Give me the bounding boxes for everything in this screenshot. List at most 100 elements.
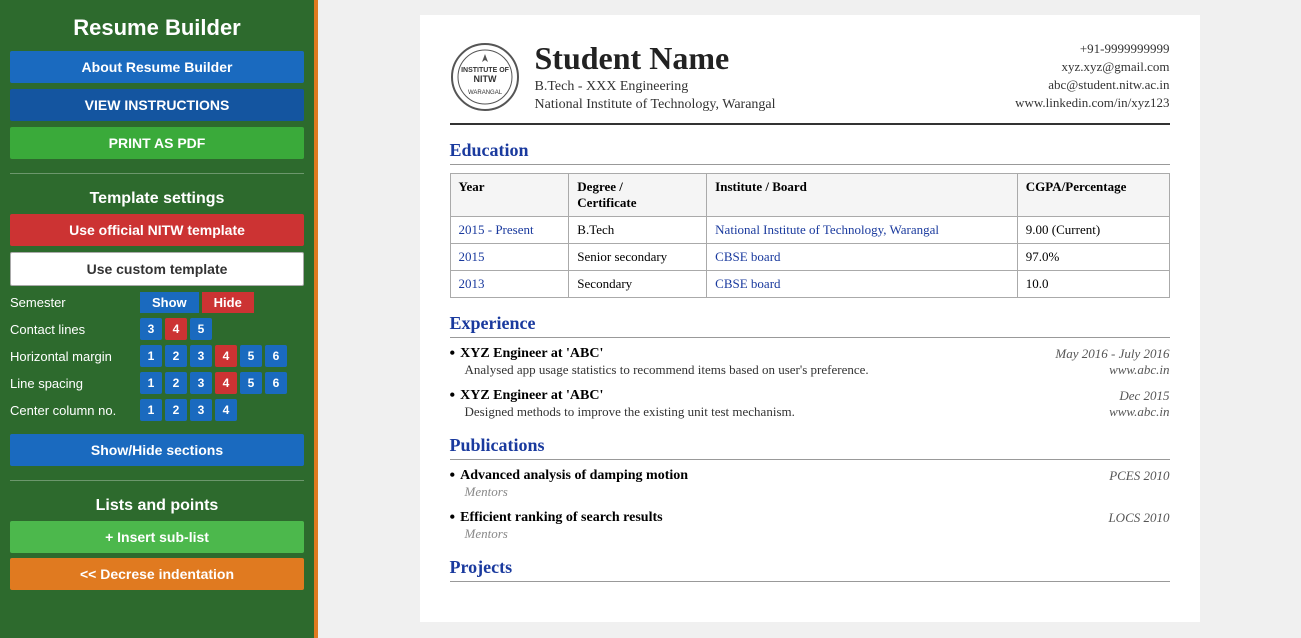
list-item: XYZ Engineer at 'ABC' May 2016 - July 20… [450, 346, 1170, 378]
hm-3[interactable]: 3 [190, 345, 212, 367]
svg-text:INSTITUTE OF: INSTITUTE OF [461, 67, 510, 74]
publications-list: Advanced analysis of damping motion PCES… [450, 468, 1170, 542]
pub-sub: Mentors [465, 526, 1170, 542]
exp-sub-row: Analysed app usage statistics to recomme… [450, 362, 1170, 378]
ls-3[interactable]: 3 [190, 372, 212, 394]
contact-email2: abc@student.nitw.ac.in [1015, 77, 1169, 93]
col-year: Year [450, 174, 569, 217]
center-col-label: Center column no. [10, 403, 140, 418]
main-content: INSTITUTE OF NITW WARANGAL Student Name … [318, 0, 1301, 638]
exp-header: XYZ Engineer at 'ABC' May 2016 - July 20… [450, 346, 1170, 362]
student-degree: B.Tech - XXX Engineering [535, 79, 776, 95]
projects-section: Projects [450, 557, 1170, 582]
pub-venue: LOCS 2010 [1108, 510, 1169, 526]
ls-5[interactable]: 5 [240, 372, 262, 394]
app-title: Resume Builder [10, 15, 304, 41]
instructions-button[interactable]: VIEW INSTRUCTIONS [10, 89, 304, 121]
about-button[interactable]: About Resume Builder [10, 51, 304, 83]
ls-1[interactable]: 1 [140, 372, 162, 394]
hm-2[interactable]: 2 [165, 345, 187, 367]
decrease-indent-button[interactable]: << Decrese indentation [10, 558, 304, 590]
contact-lines-label: Contact lines [10, 322, 140, 337]
list-item: Efficient ranking of search results LOCS… [450, 510, 1170, 542]
insert-sub-list-button[interactable]: + Insert sub-list [10, 521, 304, 553]
exp-date: May 2016 - July 2016 [1055, 346, 1169, 362]
line-spacing-label: Line spacing [10, 376, 140, 391]
center-col-row: Center column no. 1 2 3 4 [10, 399, 304, 421]
print-button[interactable]: PRINT AS PDF [10, 127, 304, 159]
pub-sub: Mentors [465, 484, 1170, 500]
publications-section: Publications Advanced analysis of dampin… [450, 435, 1170, 542]
pub-title: Advanced analysis of damping motion [450, 468, 689, 484]
ls-2[interactable]: 2 [165, 372, 187, 394]
lists-points-title: Lists and points [10, 497, 304, 515]
contact-5[interactable]: 5 [190, 318, 212, 340]
center-col-controls: 1 2 3 4 [140, 399, 237, 421]
cell-year: 2013 [450, 271, 569, 298]
pub-title: Efficient ranking of search results [450, 510, 663, 526]
horizontal-margin-row: Horizontal margin 1 2 3 4 5 6 [10, 345, 304, 367]
semester-row: Semester Show Hide [10, 292, 304, 313]
experience-section: Experience XYZ Engineer at 'ABC' May 201… [450, 313, 1170, 420]
show-hide-sections-button[interactable]: Show/Hide sections [10, 434, 304, 466]
custom-template-button[interactable]: Use custom template [10, 252, 304, 286]
list-item: XYZ Engineer at 'ABC' Dec 2015 Designed … [450, 388, 1170, 420]
col-cgpa: CGPA/Percentage [1017, 174, 1169, 217]
hm-4[interactable]: 4 [215, 345, 237, 367]
line-spacing-row: Line spacing 1 2 3 4 5 6 [10, 372, 304, 394]
cc-1[interactable]: 1 [140, 399, 162, 421]
col-institute: Institute / Board [707, 174, 1018, 217]
horizontal-margin-label: Horizontal margin [10, 349, 140, 364]
education-section: Education Year Degree /Certificate Insti… [450, 140, 1170, 298]
hm-5[interactable]: 5 [240, 345, 262, 367]
contact-4[interactable]: 4 [165, 318, 187, 340]
exp-sub-row: Designed methods to improve the existing… [450, 404, 1170, 420]
pub-header: Advanced analysis of damping motion PCES… [450, 468, 1170, 484]
contact-email1: xyz.xyz@gmail.com [1015, 59, 1169, 75]
horizontal-controls: 1 2 3 4 5 6 [140, 345, 287, 367]
student-name: Student Name [535, 40, 776, 77]
contact-3[interactable]: 3 [140, 318, 162, 340]
cc-3[interactable]: 3 [190, 399, 212, 421]
line-spacing-controls: 1 2 3 4 5 6 [140, 372, 287, 394]
experience-list: XYZ Engineer at 'ABC' May 2016 - July 20… [450, 346, 1170, 420]
experience-title: Experience [450, 313, 1170, 338]
cc-2[interactable]: 2 [165, 399, 187, 421]
ls-4[interactable]: 4 [215, 372, 237, 394]
contact-lines-row: Contact lines 3 4 5 [10, 318, 304, 340]
cc-4[interactable]: 4 [215, 399, 237, 421]
col-degree: Degree /Certificate [569, 174, 707, 217]
hide-button[interactable]: Hide [202, 292, 254, 313]
education-table: Year Degree /Certificate Institute / Boa… [450, 173, 1170, 298]
education-title: Education [450, 140, 1170, 165]
template-settings-title: Template settings [10, 190, 304, 208]
show-button[interactable]: Show [140, 292, 199, 313]
contact-controls: 3 4 5 [140, 318, 212, 340]
contact-phone: +91-9999999999 [1015, 41, 1169, 57]
institute-logo: INSTITUTE OF NITW WARANGAL [450, 42, 520, 112]
resume-name-block: Student Name B.Tech - XXX Engineering Na… [535, 40, 776, 113]
exp-link: www.abc.in [1109, 362, 1169, 378]
cell-cgpa: 10.0 [1017, 271, 1169, 298]
ls-6[interactable]: 6 [265, 372, 287, 394]
hm-1[interactable]: 1 [140, 345, 162, 367]
table-row: 2013 Secondary CBSE board 10.0 [450, 271, 1169, 298]
semester-label: Semester [10, 295, 140, 310]
table-row: 2015 - Present B.Tech National Institute… [450, 217, 1169, 244]
cell-institute: CBSE board [707, 271, 1018, 298]
hm-6[interactable]: 6 [265, 345, 287, 367]
contact-linkedin: www.linkedin.com/in/xyz123 [1015, 95, 1169, 111]
cell-cgpa: 97.0% [1017, 244, 1169, 271]
cell-cgpa: 9.00 (Current) [1017, 217, 1169, 244]
pub-header: Efficient ranking of search results LOCS… [450, 510, 1170, 526]
svg-text:WARANGAL: WARANGAL [467, 90, 502, 96]
cell-year: 2015 - Present [450, 217, 569, 244]
official-template-button[interactable]: Use official NITW template [10, 214, 304, 246]
exp-header: XYZ Engineer at 'ABC' Dec 2015 [450, 388, 1170, 404]
divider-1 [10, 173, 304, 174]
cell-degree: Secondary [569, 271, 707, 298]
cell-year: 2015 [450, 244, 569, 271]
resume-header: INSTITUTE OF NITW WARANGAL Student Name … [450, 40, 1170, 125]
table-row: 2015 Senior secondary CBSE board 97.0% [450, 244, 1169, 271]
semester-controls: Show Hide [140, 292, 254, 313]
